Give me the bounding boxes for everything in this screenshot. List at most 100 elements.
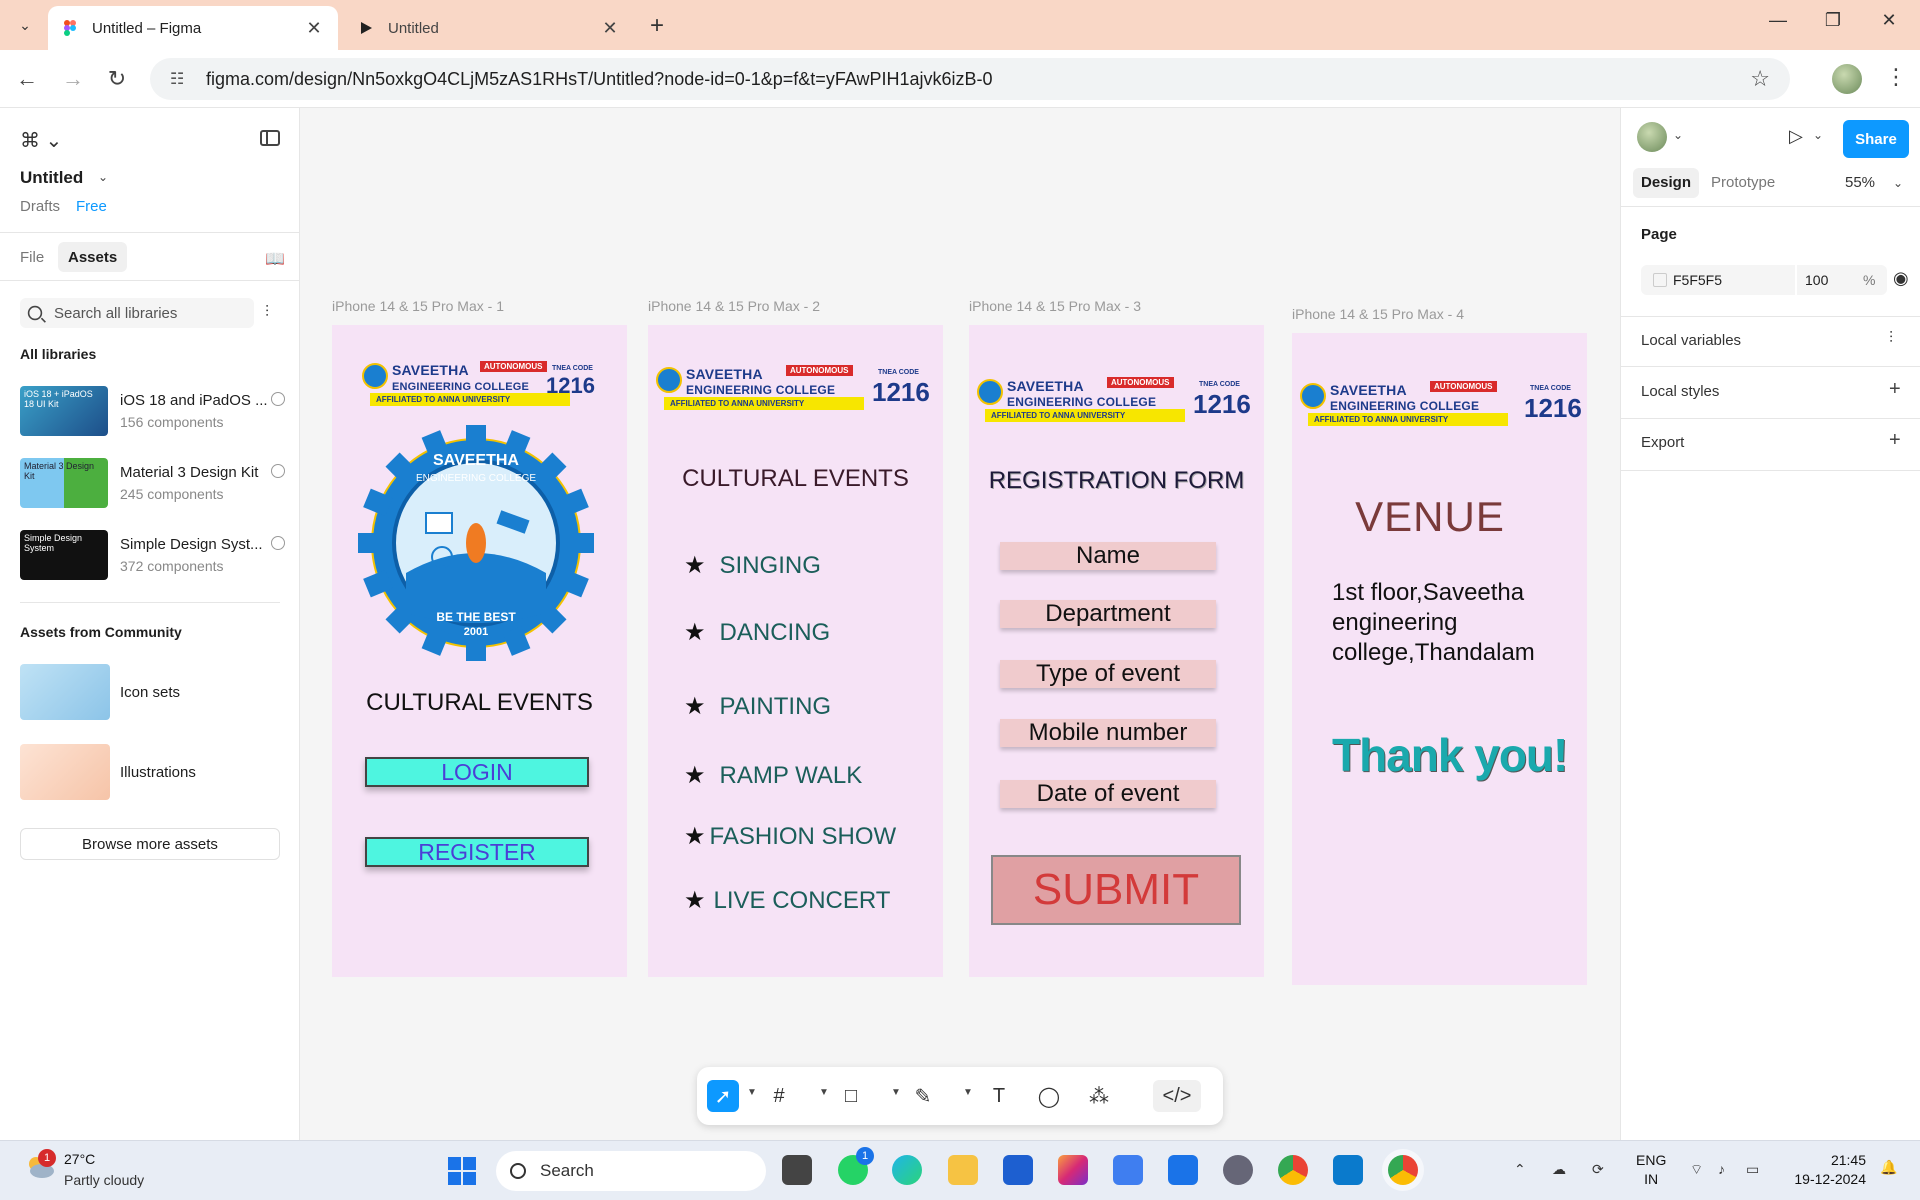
- event-date-field[interactable]: Date of event: [1000, 780, 1216, 808]
- export-row[interactable]: Export: [1641, 434, 1684, 451]
- chevron-down-icon[interactable]: ▼: [891, 1087, 901, 1098]
- chrome-icon[interactable]: [1278, 1155, 1308, 1185]
- sync-icon[interactable]: ⟳: [1592, 1161, 1604, 1178]
- windows-start-icon[interactable]: [448, 1157, 476, 1185]
- book-icon[interactable]: 📖: [265, 249, 285, 269]
- shape-tool-icon[interactable]: □: [835, 1080, 867, 1112]
- user-avatar[interactable]: [1637, 122, 1667, 152]
- clock[interactable]: 21:45 19-12-2024: [1786, 1151, 1866, 1189]
- event-item[interactable]: ★ LIVE CONCERT: [684, 886, 890, 915]
- tab-close-icon[interactable]: ✕: [304, 18, 324, 39]
- dev-mode-icon[interactable]: </>: [1153, 1080, 1201, 1112]
- tab-file[interactable]: File: [20, 249, 44, 266]
- phone-frame-2[interactable]: SAVEETHA ENGINEERING COLLEGE AUTONOMOUS A…: [648, 325, 943, 977]
- event-item[interactable]: ★ FASHION SHOW: [684, 822, 896, 851]
- tab-prototype[interactable]: Prototype: [1711, 174, 1775, 191]
- forward-arrow-icon[interactable]: →: [58, 66, 88, 92]
- register-button[interactable]: REGISTER: [365, 837, 589, 867]
- tab-search-menu-button[interactable]: ⌄: [12, 12, 38, 38]
- chevron-up-icon[interactable]: ⌃: [1514, 1161, 1526, 1178]
- share-button[interactable]: Share: [1843, 120, 1909, 158]
- phone-frame-4[interactable]: SAVEETHA ENGINEERING COLLEGE AUTONOMOUS A…: [1292, 333, 1587, 985]
- department-field[interactable]: Department: [1000, 600, 1216, 628]
- filter-icon[interactable]: ⫶: [265, 304, 269, 322]
- reload-icon[interactable]: ↻: [102, 66, 132, 92]
- figma-menu-icon[interactable]: ⌘ ⌄: [20, 128, 62, 153]
- panel-toggle-icon[interactable]: [260, 130, 280, 146]
- back-arrow-icon[interactable]: ←: [12, 66, 42, 92]
- event-type-field[interactable]: Type of event: [1000, 660, 1216, 688]
- library-search-input[interactable]: Search all libraries: [20, 298, 254, 328]
- add-icon[interactable]: +: [1889, 429, 1901, 452]
- components-tool-icon[interactable]: ⁂: [1083, 1080, 1115, 1112]
- language-indicator[interactable]: ENG IN: [1636, 1151, 1666, 1189]
- zoom-level[interactable]: 55%: [1845, 174, 1875, 191]
- design-canvas[interactable]: iPhone 14 & 15 Pro Max - 1 iPhone 14 & 1…: [300, 108, 1620, 1140]
- community-item[interactable]: Icon sets: [20, 664, 280, 720]
- text-tool-icon[interactable]: T: [983, 1080, 1015, 1112]
- fill-hex[interactable]: F5F5F5: [1673, 272, 1722, 288]
- name-field[interactable]: Name: [1000, 542, 1216, 570]
- chevron-down-icon[interactable]: ▼: [819, 1087, 829, 1098]
- mobile-number-field[interactable]: Mobile number: [1000, 719, 1216, 747]
- phone-frame-1[interactable]: SAVEETHA ENGINEERING COLLEGE AUTONOMOUS A…: [332, 325, 627, 977]
- event-item[interactable]: ★ SINGING: [684, 551, 821, 580]
- file-explorer-icon[interactable]: [948, 1155, 978, 1185]
- local-styles-row[interactable]: Local styles: [1641, 383, 1719, 400]
- community-item[interactable]: Illustrations: [20, 744, 280, 800]
- frame-label[interactable]: iPhone 14 & 15 Pro Max - 3: [969, 298, 1141, 314]
- edge-icon[interactable]: [892, 1155, 922, 1185]
- library-item[interactable]: Material 3 Design Kit Material 3 Design …: [20, 458, 285, 510]
- browse-more-assets-button[interactable]: Browse more assets: [20, 828, 280, 860]
- event-item[interactable]: ★ DANCING: [684, 618, 830, 647]
- weather-desc[interactable]: Partly cloudy: [64, 1172, 144, 1188]
- library-item[interactable]: Simple Design System Simple Design Syst.…: [20, 530, 285, 582]
- visibility-eye-icon[interactable]: ◉: [1893, 268, 1909, 289]
- library-item[interactable]: iOS 18 + iPadOS 18 UI Kit iOS 18 and iPa…: [20, 386, 285, 438]
- plan-badge[interactable]: Free: [76, 198, 107, 215]
- weather-temp[interactable]: 27°C: [64, 1151, 95, 1167]
- page-fill-input[interactable]: F5F5F5 100 %: [1641, 265, 1887, 295]
- browser-menu-icon[interactable]: ⋮: [1885, 64, 1907, 90]
- settings-gear-icon[interactable]: [1223, 1155, 1253, 1185]
- frame-label[interactable]: iPhone 14 & 15 Pro Max - 1: [332, 298, 504, 314]
- drafts-link[interactable]: Drafts: [20, 198, 60, 215]
- variables-icon[interactable]: ⫶: [1889, 330, 1893, 348]
- event-item[interactable]: ★ RAMP WALK: [684, 761, 862, 790]
- frame-label[interactable]: iPhone 14 & 15 Pro Max - 2: [648, 298, 820, 314]
- notepad-icon[interactable]: [1113, 1155, 1143, 1185]
- minimize-button[interactable]: —: [1755, 10, 1801, 31]
- pen-tool-icon[interactable]: ✎: [907, 1080, 939, 1112]
- tab-untitled[interactable]: Untitled ✕: [344, 6, 634, 50]
- color-swatch[interactable]: [1653, 273, 1667, 287]
- tab-design[interactable]: Design: [1633, 168, 1700, 198]
- chevron-down-icon[interactable]: ⌄: [98, 170, 108, 184]
- wifi-icon[interactable]: ⌔: [1690, 1161, 1703, 1179]
- notification-bell-icon[interactable]: 🔔: [1880, 1159, 1897, 1176]
- chevron-down-icon[interactable]: ⌄: [1813, 128, 1823, 142]
- chrome-active-icon[interactable]: [1388, 1155, 1418, 1185]
- chevron-down-icon[interactable]: ⌄: [1893, 176, 1903, 190]
- url-field[interactable]: ☷ figma.com/design/Nn5oxkgO4CLjM5zAS1RHs…: [150, 58, 1790, 100]
- chevron-down-icon[interactable]: ▼: [963, 1087, 973, 1098]
- file-title[interactable]: Untitled: [20, 168, 83, 188]
- move-tool-icon[interactable]: ➚: [707, 1080, 739, 1112]
- chevron-down-icon[interactable]: ▼: [747, 1087, 757, 1098]
- event-item[interactable]: ★ PAINTING: [684, 692, 831, 721]
- battery-icon[interactable]: ▭: [1746, 1161, 1759, 1178]
- present-play-icon[interactable]: ▷: [1789, 126, 1803, 147]
- phone-frame-3[interactable]: SAVEETHA ENGINEERING COLLEGE AUTONOMOUS A…: [969, 325, 1264, 977]
- login-button[interactable]: LOGIN: [365, 757, 589, 787]
- mail-icon[interactable]: [1168, 1155, 1198, 1185]
- comment-tool-icon[interactable]: ◯: [1033, 1080, 1065, 1112]
- tab-assets[interactable]: Assets: [58, 242, 128, 272]
- task-view-icon[interactable]: [782, 1155, 812, 1185]
- add-icon[interactable]: +: [1889, 378, 1901, 401]
- tab-figma[interactable]: Untitled – Figma ✕: [48, 6, 338, 50]
- frame-label[interactable]: iPhone 14 & 15 Pro Max - 4: [1292, 306, 1464, 322]
- onedrive-icon[interactable]: ☁: [1552, 1161, 1566, 1178]
- store-icon[interactable]: [1003, 1155, 1033, 1185]
- chevron-down-icon[interactable]: ⌄: [1673, 128, 1683, 142]
- maximize-button[interactable]: ❐: [1810, 10, 1856, 31]
- profile-avatar[interactable]: [1832, 64, 1862, 94]
